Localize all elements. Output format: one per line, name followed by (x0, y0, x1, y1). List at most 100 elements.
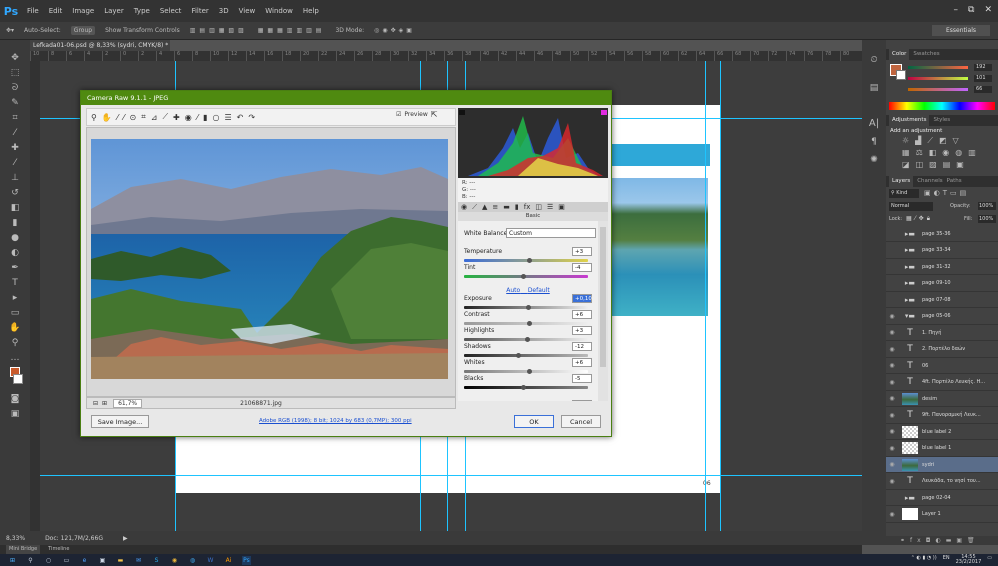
layer-row[interactable]: ▸▬ page 31-32 (886, 259, 998, 275)
menu-image[interactable]: Image (67, 7, 99, 15)
layer-row[interactable]: ◉ T 1. Πηγή (886, 325, 998, 341)
quick-mask-icon[interactable]: ◙ (8, 393, 22, 405)
new-layer-icon[interactable]: ▣ (956, 537, 967, 544)
crop-tool-icon[interactable]: ⌗ (141, 112, 146, 122)
layer-row[interactable]: ◉ T 9ft. Πανοραμική Λευκ... (886, 408, 998, 424)
transform-controls-checkbox[interactable]: Show Transform Controls (105, 27, 180, 34)
tab-color[interactable]: Color (889, 49, 910, 60)
visibility-eye-icon[interactable]: ◉ (886, 511, 898, 518)
cortana-icon[interactable]: ○ (44, 556, 53, 565)
document-tab[interactable]: Lefkada01-06.psd @ 8,33% (sydri, CMYK/8)… (30, 40, 170, 60)
slider-track[interactable] (464, 258, 588, 263)
character-panel-icon[interactable]: A| (867, 118, 881, 130)
delete-layer-icon[interactable]: 🗑︎ (967, 537, 980, 544)
eyedropper-tool-icon[interactable]: ⁄ (8, 127, 22, 139)
tray-icons[interactable]: ⌃ ◐ ▮ ◔ )) (911, 555, 937, 565)
slider-value-input[interactable]: +6 (572, 310, 592, 319)
lasso-tool-icon[interactable]: ᘐ (8, 82, 22, 94)
windows-start-icon[interactable]: ⊞ (8, 556, 17, 565)
slider-track[interactable] (464, 353, 588, 358)
screen-mode-icon[interactable]: ▣ (8, 408, 22, 420)
bg-color-swatch[interactable] (896, 70, 906, 80)
tab-adjustments[interactable]: Adjustments (889, 115, 930, 126)
history-brush-tool-icon[interactable]: ↺ (8, 187, 22, 199)
zoom-tool-icon[interactable]: ⚲ (91, 113, 97, 122)
layer-row[interactable]: ▸▬ page 09-10 (886, 276, 998, 292)
auto-select-checkbox[interactable]: Auto-Select: (24, 27, 61, 34)
slider-track[interactable] (464, 385, 588, 390)
shape-tool-icon[interactable]: ▭ (8, 307, 22, 319)
brush-panel-icon[interactable]: ✺ (867, 154, 881, 166)
auto-link[interactable]: Auto (506, 287, 520, 294)
task-view-icon[interactable]: ▭ (62, 556, 71, 565)
crop-tool-icon[interactable]: ⌗ (8, 112, 22, 124)
curves-icon[interactable]: ⟋ (927, 136, 933, 146)
visibility-eye-icon[interactable]: ◉ (886, 478, 898, 485)
layer-filter-dropdown[interactable]: ⚲ Kind (889, 189, 919, 198)
slider-value-input[interactable]: +0,10 (572, 294, 592, 303)
lock-icons[interactable]: ▦⁄✥🔒︎ (906, 215, 933, 223)
slider-knob[interactable] (527, 321, 533, 326)
hand-tool-icon[interactable]: ✋ (102, 113, 112, 122)
guide-vertical[interactable] (720, 61, 721, 531)
slider-track[interactable] (464, 305, 588, 310)
brightness-icon[interactable]: ☼ (902, 136, 909, 146)
rotate-left-icon[interactable]: ↶ (237, 113, 244, 122)
exposure-icon[interactable]: ◩ (939, 136, 947, 146)
layer-row[interactable]: ◉ T 06 (886, 358, 998, 374)
slider-knob[interactable] (527, 258, 533, 263)
healing-tool-icon[interactable]: ✚ (8, 142, 22, 154)
layer-row[interactable]: ▸▬ page 07-08 (886, 292, 998, 308)
blue-value[interactable]: 66 (974, 86, 992, 93)
slider-knob[interactable] (516, 353, 522, 358)
blue-slider[interactable] (908, 88, 968, 91)
snapshots-tab-icon[interactable]: ▣ (558, 203, 565, 211)
layer-row[interactable]: ▸▬ page 33-34 (886, 243, 998, 259)
white-balance-tool-icon[interactable]: ⁄ (117, 113, 118, 122)
straighten-tool-icon[interactable]: ⊿ (151, 113, 158, 122)
visibility-eye-icon[interactable]: ◉ (886, 461, 898, 468)
layer-row[interactable]: ▸▬ page 35-36 (886, 226, 998, 242)
zoom-readout[interactable]: 8,33% (6, 535, 25, 542)
zoom-tool-icon[interactable]: ⚲ (8, 337, 22, 349)
opacity-input[interactable]: 100% (978, 202, 996, 210)
selective-color-icon[interactable]: ▣ (956, 160, 964, 169)
file-explorer-icon[interactable]: ▬ (116, 556, 125, 565)
menu-layer[interactable]: Layer (99, 7, 129, 15)
threshold-icon[interactable]: ▨ (929, 160, 937, 169)
stamp-tool-icon[interactable]: ⊥ (8, 172, 22, 184)
layer-row[interactable]: ◉ Layer 1 (886, 507, 998, 523)
quick-select-tool-icon[interactable]: ✎ (8, 97, 22, 109)
visibility-eye-icon[interactable]: ◉ (886, 412, 898, 419)
move-tool-icon[interactable]: ✥▾ (6, 27, 14, 34)
chrome-icon[interactable]: ◉ (170, 556, 179, 565)
scrollbar-thumb[interactable] (600, 227, 606, 367)
menu-edit[interactable]: Edit (44, 7, 68, 15)
tab-layers[interactable]: Layers (889, 176, 914, 187)
slider-value-input[interactable]: -12 (572, 342, 592, 351)
menu-file[interactable]: File (22, 7, 44, 15)
visibility-eye-icon[interactable]: ◉ (886, 445, 898, 452)
layer-row[interactable]: ◉ ▾▬ page 05-06 (886, 309, 998, 325)
edge-icon[interactable]: e (80, 556, 89, 565)
tab-timeline[interactable]: Timeline (48, 545, 69, 554)
zoom-in-button[interactable]: ⊞ (102, 400, 107, 407)
visibility-eye-icon[interactable]: ◉ (886, 329, 898, 336)
properties-panel-icon[interactable]: ▤ (867, 82, 881, 94)
preferences-icon[interactable]: ☰ (224, 113, 231, 122)
slider-value-input[interactable]: +3 (572, 247, 592, 256)
tab-mini-bridge[interactable]: Mini Bridge (6, 545, 41, 554)
layer-row[interactable]: ◉ T 4ft. Πορτέλο Λευκής. Η... (886, 375, 998, 391)
new-adjustment-icon[interactable]: ◐ (935, 537, 945, 544)
color-spectrum[interactable] (889, 102, 995, 110)
auto-select-dropdown[interactable]: Group (70, 26, 96, 35)
paragraph-panel-icon[interactable]: ¶ (867, 136, 881, 148)
tone-curve-tab-icon[interactable]: ⟋ (472, 203, 477, 212)
default-link[interactable]: Default (528, 287, 550, 294)
rotate-right-icon[interactable]: ↷ (248, 113, 255, 122)
lookup-icon[interactable]: ▥ (968, 148, 976, 157)
zoom-out-button[interactable]: ⊟ (93, 400, 98, 407)
clock[interactable]: 14:55 23/2/2017 (956, 555, 982, 565)
visibility-eye-icon[interactable]: ◉ (886, 313, 898, 320)
marquee-tool-icon[interactable]: ⬚ (8, 67, 22, 79)
